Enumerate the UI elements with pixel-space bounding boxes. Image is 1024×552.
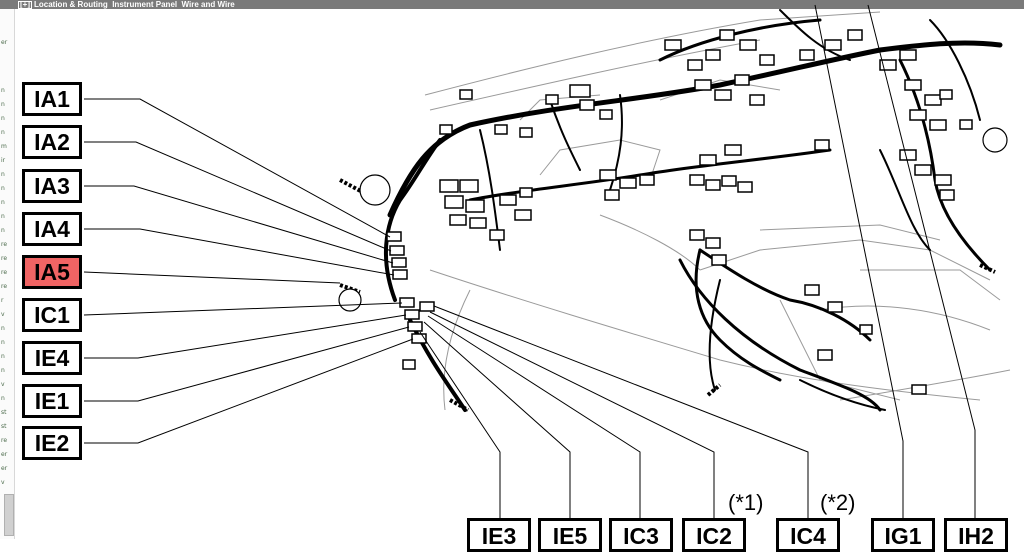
connector-label-ia5-selected[interactable]: IA5 — [22, 255, 82, 289]
connector-label-ie3[interactable]: IE3 — [467, 518, 531, 552]
connector-label-ie1[interactable]: IE1 — [22, 384, 82, 418]
connector-label-ie2[interactable]: IE2 — [22, 426, 82, 460]
connector-label-ia1[interactable]: IA1 — [22, 82, 82, 116]
footnote-marker-2: (*2) — [820, 490, 856, 515]
connector-label-ic4[interactable]: IC4 — [776, 518, 840, 552]
wiring-harness-diagram — [83, 4, 1011, 522]
footnote-marker-1: (*1) — [728, 490, 764, 515]
connector-label-ie4[interactable]: IE4 — [22, 341, 82, 375]
connector-label-ic3[interactable]: IC3 — [609, 518, 673, 552]
connector-label-ia2[interactable]: IA2 — [22, 125, 82, 159]
connector-label-ia3[interactable]: IA3 — [22, 169, 82, 203]
connector-label-ie5[interactable]: IE5 — [538, 518, 602, 552]
connector-label-ig1[interactable]: IG1 — [871, 518, 935, 552]
connector-label-ic2[interactable]: IC2 — [682, 518, 746, 552]
connector-label-ih2[interactable]: IH2 — [944, 518, 1008, 552]
connector-label-ic1[interactable]: IC1 — [22, 298, 82, 332]
connector-label-ia4[interactable]: IA4 — [22, 212, 82, 246]
